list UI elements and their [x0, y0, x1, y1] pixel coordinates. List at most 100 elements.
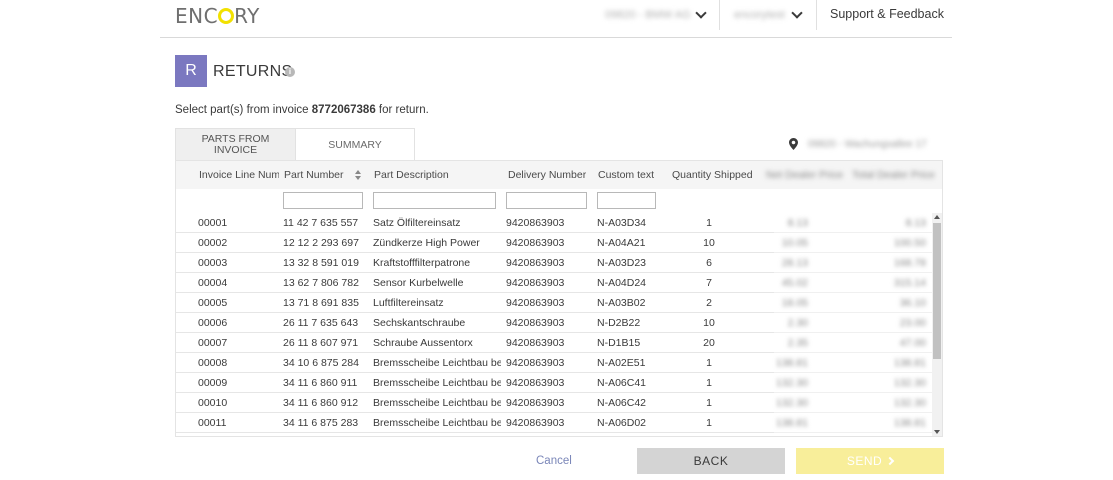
parts-table: Invoice Line Numb Part Number Part Descr… — [175, 160, 943, 437]
cell-part-description: Zündkerze High Power — [373, 237, 480, 249]
cell-quantity-shipped: 10 — [703, 317, 715, 329]
logo-text-pre: ENC — [175, 4, 219, 28]
top-header: ENC RY 09820 - BMW AG encorytest Support … — [160, 0, 952, 38]
cell-part-number: 13 32 8 591 019 — [283, 257, 359, 269]
cell-invoice-line: 00007 — [198, 337, 228, 349]
cell-quantity-shipped: 20 — [703, 337, 715, 349]
table-row[interactable]: 00001 11 42 7 635 557 Satz Ölfiltereinsatz… — [176, 213, 934, 233]
header-divider — [816, 0, 817, 30]
support-feedback-link[interactable]: Support & Feedback — [830, 7, 944, 21]
table-row[interactable]: 00002 12 12 2 293 697 Zündkerze High Power… — [176, 233, 934, 253]
encory-logo[interactable]: ENC RY — [175, 4, 260, 28]
cell-total-dealer-price: 100.50 — [893, 237, 926, 249]
instruction-pre: Select part(s) from invoice — [175, 104, 312, 116]
cell-delivery-number: 9420863903 — [506, 417, 565, 429]
chevron-down-icon[interactable] — [791, 8, 803, 20]
cell-invoice-line: 00003 — [198, 257, 228, 269]
dealer-dropdown[interactable]: 09820 - BMW AG — [605, 9, 691, 21]
instruction-text: Select part(s) from invoice 8772067386 f… — [175, 104, 429, 116]
cell-part-number: 26 11 8 607 971 — [283, 337, 359, 349]
table-row[interactable]: 00004 13 62 7 806 782 Sensor Kurbelwelle 94… — [176, 273, 934, 293]
cell-invoice-line: 00006 — [198, 317, 228, 329]
cell-part-description: Kraftstofffilterpatrone — [373, 257, 471, 269]
cell-total-dealer-price: 47.00 — [899, 337, 926, 349]
col-part-description[interactable]: Part Description — [374, 169, 449, 181]
table-row[interactable]: 00007 26 11 8 607 971 Schraube Aussentorx 9… — [176, 333, 934, 353]
scroll-thumb[interactable] — [933, 223, 941, 359]
table-row[interactable]: 00010 34 11 6 860 912 Bremsscheibe Leichtb… — [176, 393, 934, 413]
cell-net-dealer-price: 132.30 — [775, 377, 808, 389]
cell-invoice-line: 00005 — [198, 297, 228, 309]
cell-delivery-number: 9420863903 — [506, 317, 565, 329]
cell-custom-text: N-A03D34 — [597, 217, 647, 229]
cell-quantity-shipped: 1 — [706, 377, 712, 389]
table-row[interactable]: 00009 34 11 6 860 911 Bremsscheibe Leichtb… — [176, 373, 934, 393]
custom-text-filter[interactable] — [597, 192, 656, 209]
cell-part-description: Bremsscheibe Leichtbau be... — [373, 357, 501, 369]
cell-net-dealer-price: 18.05 — [781, 297, 808, 309]
cell-delivery-number: 9420863903 — [506, 277, 565, 289]
cell-delivery-number: 9420863903 — [506, 377, 565, 389]
cell-quantity-shipped: 6 — [706, 257, 712, 269]
send-button[interactable]: SEND — [796, 448, 944, 474]
info-icon[interactable]: i — [285, 67, 295, 77]
cell-total-dealer-price: 315.14 — [893, 277, 926, 289]
part-number-filter[interactable] — [283, 192, 363, 209]
cell-total-dealer-price: 23.00 — [899, 317, 926, 329]
scroll-up-icon[interactable] — [934, 215, 940, 219]
cell-custom-text: N-D1B15 — [597, 337, 641, 349]
cell-custom-text: N-A06C42 — [597, 397, 647, 409]
cell-part-description: Satz Ölfiltereinsatz — [373, 217, 461, 229]
table-row[interactable]: 00008 34 10 6 875 284 Bremsscheibe Leichtb… — [176, 353, 934, 373]
instruction-post: for return. — [375, 104, 429, 116]
delivery-number-filter[interactable] — [506, 192, 587, 209]
cell-custom-text: N-A06D02 — [597, 417, 647, 429]
cell-quantity-shipped: 1 — [706, 357, 712, 369]
table-row[interactable]: 00005 13 71 8 691 835 Luftfiltereinsatz 942… — [176, 293, 934, 313]
chevron-down-icon[interactable] — [695, 8, 707, 20]
table-row[interactable]: 00011 34 11 6 875 283 Bremsscheibe Leichtb… — [176, 413, 934, 433]
cell-quantity-shipped: 2 — [706, 297, 712, 309]
cell-part-number: 26 11 7 635 643 — [283, 317, 359, 329]
cell-total-dealer-price: 138.81 — [893, 357, 926, 369]
cell-net-dealer-price: 2.35 — [787, 337, 808, 349]
col-quantity-shipped[interactable]: Quantity Shipped — [672, 169, 753, 181]
sort-icon[interactable] — [355, 170, 362, 181]
cell-part-number: 11 42 7 635 557 — [283, 217, 359, 229]
col-custom-text[interactable]: Custom text — [598, 169, 654, 181]
col-net-dealer-price[interactable]: Net Dealer Price — [766, 169, 843, 181]
table-row[interactable]: 00003 13 32 8 591 019 Kraftstofffilterpatr… — [176, 253, 934, 273]
col-part-number[interactable]: Part Number — [284, 169, 344, 181]
cell-net-dealer-price: 132.30 — [775, 397, 808, 409]
col-delivery-number[interactable]: Delivery Number — [508, 169, 586, 181]
cell-net-dealer-price: 10.05 — [781, 237, 808, 249]
cell-net-dealer-price: 8.13 — [787, 217, 808, 229]
tab-label-line2: INVOICE — [213, 144, 258, 156]
send-label: SEND — [846, 454, 883, 468]
cell-invoice-line: 00011 — [198, 417, 227, 429]
col-total-dealer-price[interactable]: Total Dealer Price — [852, 169, 935, 181]
cell-net-dealer-price: 28.13 — [781, 257, 808, 269]
cell-quantity-shipped: 1 — [706, 417, 712, 429]
table-scrollbar[interactable] — [932, 213, 942, 436]
cell-delivery-number: 9420863903 — [506, 237, 565, 249]
tab-parts-from-invoice[interactable]: PARTS FROM INVOICE — [175, 128, 296, 160]
tab-summary[interactable]: SUMMARY — [296, 128, 415, 160]
table-row[interactable]: 00006 26 11 7 635 643 Sechskantschraube 942… — [176, 313, 934, 333]
cell-net-dealer-price: 2.30 — [787, 317, 808, 329]
chevron-right-icon — [885, 456, 895, 466]
cell-net-dealer-price: 138.81 — [775, 417, 808, 429]
scroll-down-icon[interactable] — [934, 430, 940, 434]
cell-part-number: 34 10 6 875 284 — [283, 357, 359, 369]
cell-total-dealer-price: 168.78 — [893, 257, 926, 269]
cell-net-dealer-price: 138.81 — [775, 357, 808, 369]
cell-custom-text: N-A03D23 — [597, 257, 647, 269]
part-description-filter[interactable] — [373, 192, 496, 209]
col-invoice-line[interactable]: Invoice Line Numb — [199, 169, 279, 181]
cell-part-description: Sechskantschraube — [373, 317, 466, 329]
table-header: Invoice Line Numb Part Number Part Descr… — [176, 161, 942, 189]
user-dropdown[interactable]: encorytest — [734, 9, 785, 21]
cell-quantity-shipped: 1 — [706, 217, 712, 229]
cancel-link[interactable]: Cancel — [536, 455, 572, 467]
back-button[interactable]: BACK — [637, 448, 785, 474]
